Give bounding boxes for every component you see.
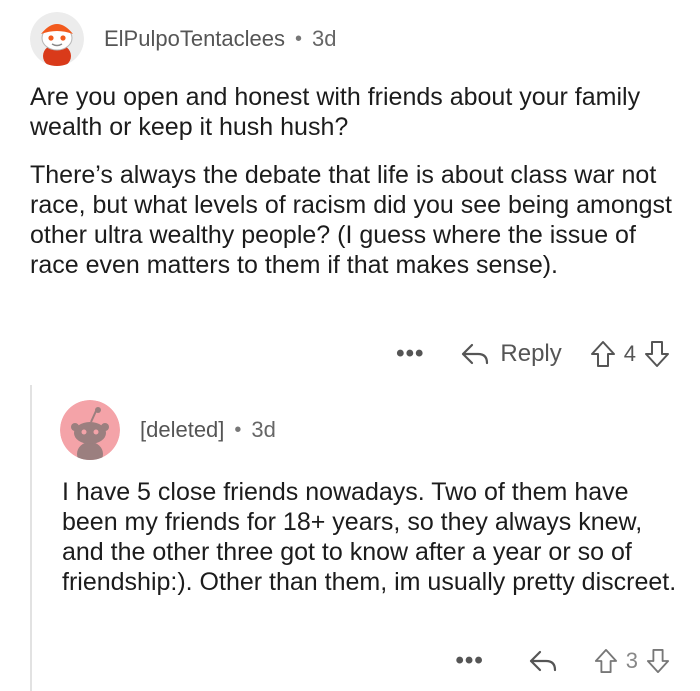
comment-header: ElPulpoTentaclees • 3d	[30, 12, 337, 66]
comment-paragraph: Are you open and honest with friends abo…	[30, 83, 641, 141]
comment-paragraph: I have 5 close friends nowadays. Two of …	[62, 478, 677, 596]
comment-header: [deleted] • 3d	[60, 400, 276, 460]
meta-separator: •	[295, 27, 303, 50]
vote-controls: 4	[590, 340, 670, 368]
comment-actions: ••• 3	[456, 648, 670, 674]
reply-arrow-icon	[528, 649, 558, 673]
more-options-button[interactable]: •••	[456, 649, 484, 673]
more-options-button[interactable]: •••	[396, 342, 424, 366]
upvote-icon[interactable]	[590, 340, 616, 368]
downvote-icon[interactable]	[646, 648, 670, 674]
comment-age: 3d	[312, 26, 337, 51]
vote-controls: 3	[594, 648, 670, 674]
vote-score: 4	[623, 341, 636, 366]
reply-button[interactable]: Reply	[460, 340, 562, 368]
username[interactable]: ElPulpoTentaclees	[104, 26, 285, 52]
meta-separator: •	[234, 418, 242, 441]
reply-arrow-icon	[460, 342, 490, 366]
comment-body: Are you open and honest with friends abo…	[30, 82, 680, 298]
vote-score: 3	[625, 648, 638, 673]
deleted-avatar-icon	[60, 400, 120, 460]
comment-actions: ••• Reply 4	[396, 340, 670, 368]
comment-age: 3d	[251, 417, 276, 442]
username: [deleted]	[140, 417, 225, 442]
comment-body: I have 5 close friends nowadays. Two of …	[62, 477, 682, 615]
thread-line[interactable]	[30, 385, 32, 691]
comment-paragraph: There’s always the debate that life is a…	[30, 161, 673, 279]
snoo-avatar-icon[interactable]	[30, 12, 84, 66]
upvote-icon[interactable]	[594, 648, 618, 674]
reply-label: Reply	[500, 340, 562, 367]
downvote-icon[interactable]	[644, 340, 670, 368]
reply-button[interactable]	[528, 649, 558, 673]
